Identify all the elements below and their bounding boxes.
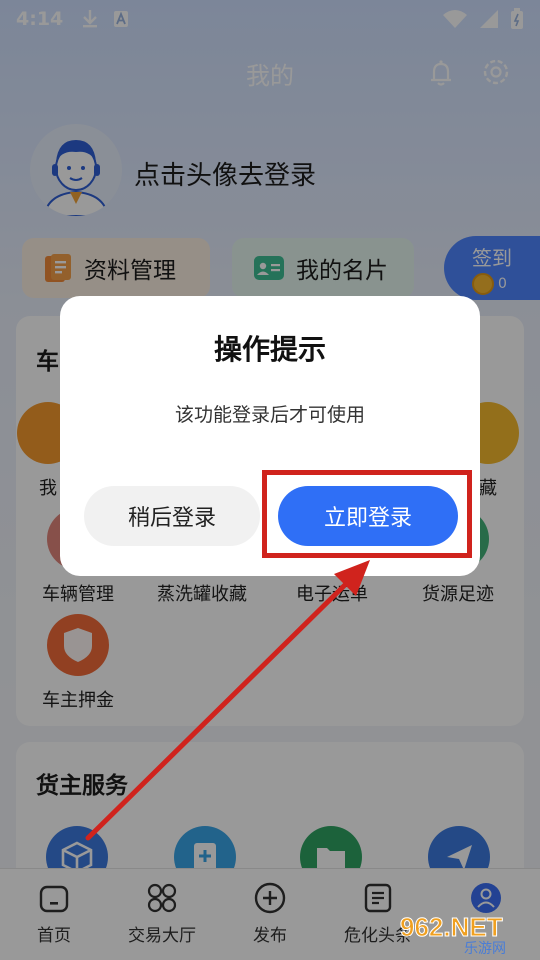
login-later-button[interactable]: 稍后登录	[84, 486, 260, 546]
annotation-highlight-box	[262, 470, 472, 558]
profile-page: 4:14 我的 点击头像去登录 资料管理 我的名片 签到 0 车 我 藏 车辆管…	[0, 0, 540, 960]
svg-text:962.NET: 962.NET	[400, 912, 503, 942]
dialog-title: 操作提示	[213, 333, 326, 366]
svg-text:乐游网: 乐游网	[464, 941, 506, 956]
dialog-message: 该功能登录后才可使用	[174, 404, 365, 426]
watermark-logo: 962.NET 乐游网	[400, 912, 507, 957]
